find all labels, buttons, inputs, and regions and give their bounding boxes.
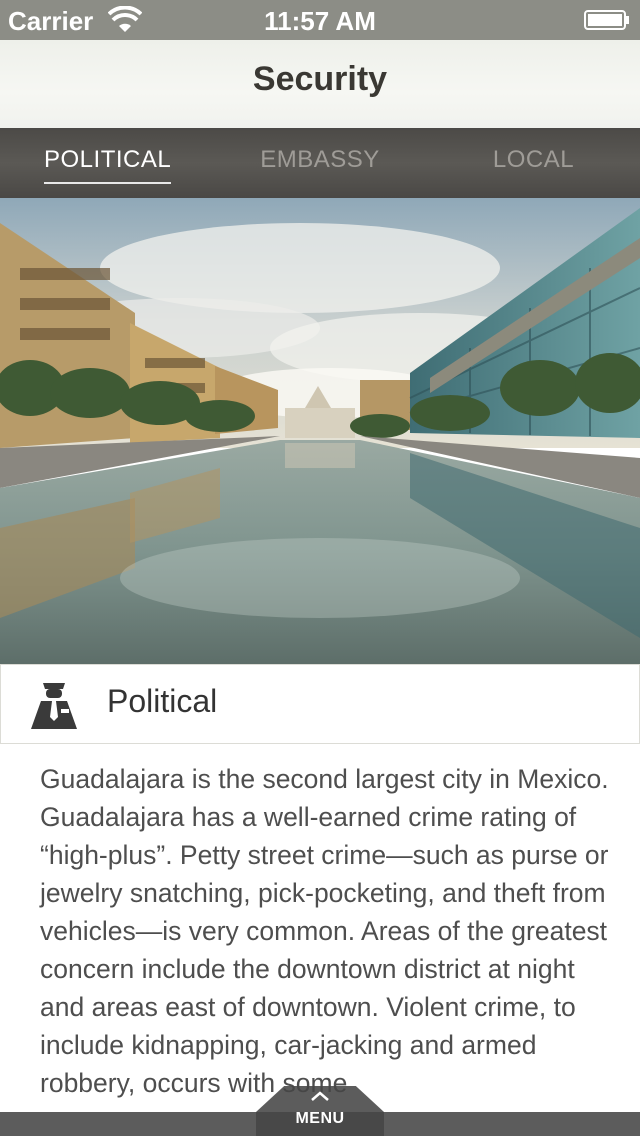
status-time: 11:57 AM xyxy=(264,6,376,36)
page-title: Security xyxy=(252,60,388,98)
chevron-up-icon xyxy=(311,1091,329,1101)
tab-local[interactable]: LOCAL xyxy=(487,128,580,198)
tab-political[interactable]: POLITICAL xyxy=(44,128,171,198)
hero-city-photo xyxy=(0,198,640,664)
battery-icon xyxy=(584,10,629,30)
section-header: Political xyxy=(0,664,640,744)
navigation-bar: Security xyxy=(0,40,640,128)
tab-embassy[interactable]: EMBASSY xyxy=(255,128,385,198)
status-bar: Carrier 11:57 AM xyxy=(0,0,640,40)
city-photo xyxy=(0,198,640,664)
police-officer-icon xyxy=(31,683,77,729)
tab-bar: POLITICAL EMBASSY LOCAL xyxy=(0,128,640,198)
menu-label: MENU xyxy=(295,1110,345,1127)
section-title: Political xyxy=(107,683,218,719)
security-description: Guadalajara is the second largest city i… xyxy=(40,764,609,1098)
